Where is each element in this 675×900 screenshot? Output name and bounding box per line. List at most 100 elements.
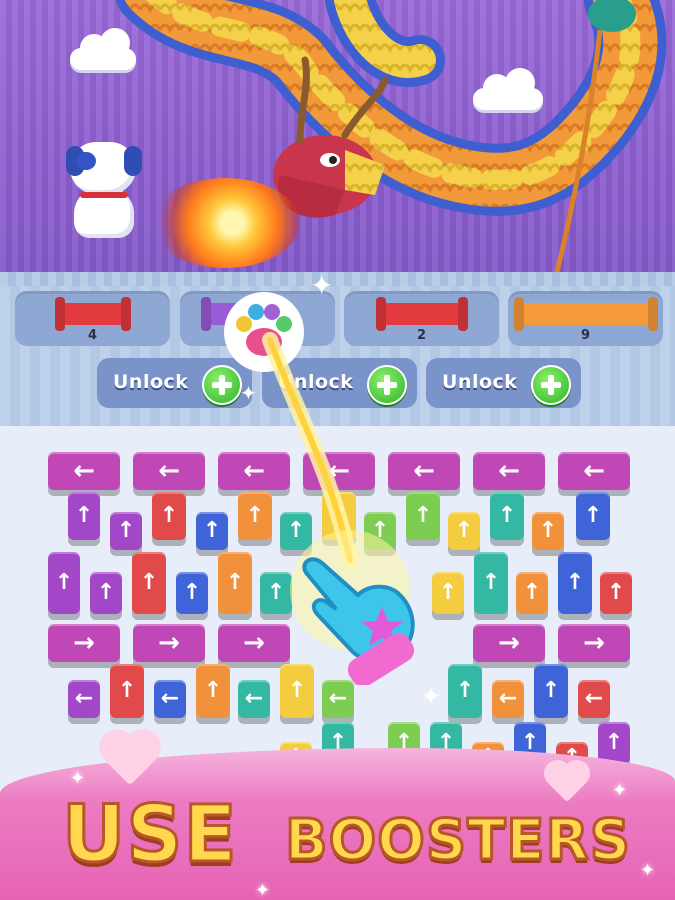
- arrow-tile-up[interactable]: ↑: [534, 664, 568, 718]
- arrow-tile-up[interactable]: ↑: [406, 492, 440, 540]
- unlock-label: Unlock: [278, 371, 354, 393]
- arrow-up-icon: ↑: [54, 570, 74, 595]
- arrow-up-icon: ↑: [117, 678, 137, 703]
- arrow-left-icon: ←: [74, 686, 94, 711]
- arrow-tile-up[interactable]: ↑: [448, 664, 482, 718]
- arrow-up-icon: ↑: [413, 503, 433, 528]
- arrow-tile-up[interactable]: ↑: [448, 512, 480, 550]
- unlock-label: Unlock: [113, 371, 189, 393]
- arrow-left-icon: ←: [583, 456, 605, 486]
- sparkle-icon: ✦: [612, 780, 628, 801]
- arrow-up-icon: ↑: [583, 503, 603, 528]
- arrow-tile-up[interactable]: ↑: [600, 572, 632, 614]
- arrow-left-icon: ←: [244, 686, 264, 711]
- arrow-up-icon: ↑: [604, 730, 624, 755]
- arrow-tile-left[interactable]: ←: [48, 452, 120, 490]
- unlock-label: Unlock: [442, 371, 518, 393]
- arrow-tile-up[interactable]: ↑: [474, 552, 508, 614]
- arrow-tile-right[interactable]: →: [133, 624, 205, 662]
- arrow-right-icon: →: [243, 628, 265, 658]
- arrow-left-icon: ←: [413, 456, 435, 486]
- arrow-tile-right[interactable]: →: [48, 624, 120, 662]
- arrow-up-icon: ↑: [286, 518, 306, 543]
- arrow-tile-up[interactable]: ↑: [218, 552, 252, 614]
- arrow-tile-left[interactable]: ←: [218, 452, 290, 490]
- slot-count: 9: [580, 328, 591, 343]
- arrow-tile-left[interactable]: ←: [492, 680, 524, 718]
- arrow-up-icon: ↑: [182, 580, 202, 605]
- arrow-tile-up[interactable]: ↑: [110, 664, 144, 718]
- arrow-up-icon: ↑: [454, 518, 474, 543]
- sparkle-icon: ✦: [640, 860, 656, 881]
- game-screen: 4 2 9 Unlock Unlock Unlock ← ← ← ← ← ← ← ↑ ↑ ↑ ↑ ↑ ↑…: [0, 0, 675, 900]
- arrow-tile-right[interactable]: →: [473, 624, 545, 662]
- arrow-tile-left[interactable]: ←: [133, 452, 205, 490]
- arrow-tile-up[interactable]: ↑: [152, 492, 186, 540]
- arrow-up-icon: ↑: [225, 570, 245, 595]
- arrow-up-icon: ↑: [497, 503, 517, 528]
- arrow-left-icon: ←: [328, 456, 350, 486]
- arrow-tile-right[interactable]: →: [558, 624, 630, 662]
- arrow-tile-up[interactable]: ↑: [90, 572, 122, 614]
- spool-slots-panel: 4 2 9 Unlock Unlock Unlock: [0, 286, 675, 426]
- arrow-tile-left[interactable]: ←: [473, 452, 545, 490]
- arrow-up-icon: ↑: [245, 503, 265, 528]
- plus-icon: [531, 365, 571, 405]
- arrow-tile-right[interactable]: →: [218, 624, 290, 662]
- arrow-tile-up[interactable]: ↑: [516, 572, 548, 614]
- arrow-right-icon: →: [583, 628, 605, 658]
- arrow-up-icon: ↑: [116, 518, 136, 543]
- arrow-tile-up[interactable]: ↑: [322, 492, 356, 540]
- banner-title-boosters: BOOSTERS: [283, 807, 632, 875]
- spool-slot[interactable]: 2: [344, 291, 499, 346]
- arrow-tile-up[interactable]: ↑: [48, 552, 80, 614]
- arrow-left-icon: ←: [160, 686, 180, 711]
- arrow-left-icon: ←: [328, 686, 348, 711]
- spool-slot[interactable]: 4: [15, 291, 170, 346]
- arrow-up-icon: ↑: [606, 580, 626, 605]
- unlock-slot-button[interactable]: Unlock: [426, 358, 581, 408]
- arrow-tile-left[interactable]: ←: [578, 680, 610, 718]
- arrow-tile-left[interactable]: ←: [68, 680, 100, 718]
- sparkle-icon: ✦: [255, 880, 271, 900]
- yarn-dragon: [115, 0, 667, 281]
- arrow-up-icon: ↑: [522, 580, 542, 605]
- arrow-tile-up[interactable]: ↑: [196, 512, 228, 550]
- arrow-tile-up[interactable]: ↑: [490, 492, 524, 540]
- arrow-tile-up[interactable]: ↑: [176, 572, 208, 614]
- arrow-up-icon: ↑: [438, 580, 458, 605]
- arrow-up-icon: ↑: [481, 570, 501, 595]
- arrow-up-icon: ↑: [203, 678, 223, 703]
- arrow-tile-left[interactable]: ←: [388, 452, 460, 490]
- arrow-tile-up[interactable]: ↑: [558, 552, 592, 614]
- spool-icon: [381, 303, 462, 325]
- arrow-right-icon: →: [498, 628, 520, 658]
- arrow-tile-left[interactable]: ←: [558, 452, 630, 490]
- arrow-tile-up[interactable]: ↑: [110, 512, 142, 550]
- arrow-right-icon: →: [73, 628, 95, 658]
- spool-slot[interactable]: 9: [508, 291, 663, 346]
- arrow-up-icon: ↑: [329, 503, 349, 528]
- arrow-tile-up[interactable]: ↑: [196, 664, 230, 718]
- arrow-up-icon: ↑: [455, 678, 475, 703]
- arrow-tile-up[interactable]: ↑: [68, 492, 100, 540]
- arrow-up-icon: ↑: [96, 580, 116, 605]
- arrow-tile-up[interactable]: ↑: [532, 512, 564, 550]
- glove-pointer-icon: [302, 557, 415, 685]
- knitted-paw-icon[interactable]: [222, 290, 306, 374]
- arrow-right-icon: →: [158, 628, 180, 658]
- arrow-tile-up[interactable]: ↑: [132, 552, 166, 614]
- arrow-left-icon: ←: [498, 456, 520, 486]
- slot-count: 2: [416, 328, 427, 343]
- arrow-tile-left[interactable]: ←: [238, 680, 270, 718]
- arrow-tile-left[interactable]: ←: [322, 680, 354, 718]
- arrow-tile-left[interactable]: ←: [303, 452, 375, 490]
- arrow-up-icon: ↑: [538, 518, 558, 543]
- arrow-tile-up[interactable]: ↑: [238, 492, 272, 540]
- arrow-up-icon: ↑: [159, 503, 179, 528]
- arrow-up-icon: ↑: [370, 518, 390, 543]
- slot-count: 4: [87, 328, 98, 343]
- arrow-left-icon: ←: [73, 456, 95, 486]
- arrow-tile-left[interactable]: ←: [154, 680, 186, 718]
- arrow-tile-up[interactable]: ↑: [576, 492, 610, 540]
